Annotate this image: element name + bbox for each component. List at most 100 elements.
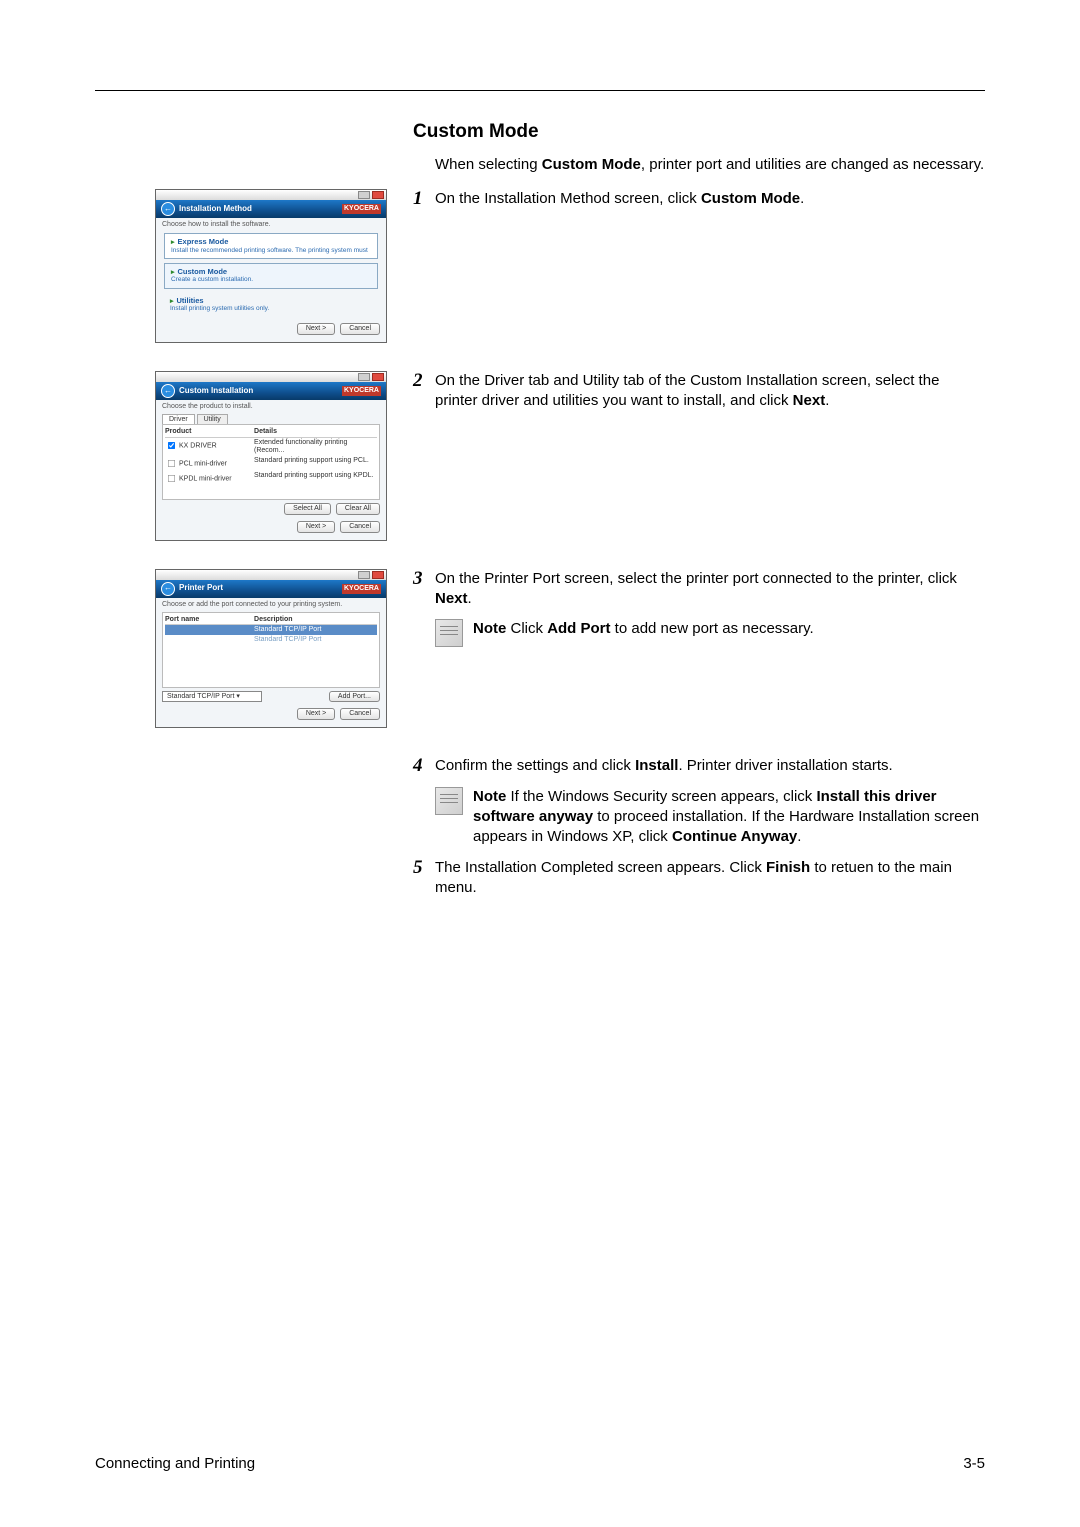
cell: PCL mini-driver bbox=[179, 460, 227, 467]
step-number: 1 bbox=[413, 189, 435, 210]
text: On the Driver tab and Utility tab of the… bbox=[435, 372, 939, 409]
window-titlebar bbox=[156, 372, 386, 382]
option-desc: Install the recommended printing softwar… bbox=[171, 247, 371, 254]
cell: KX DRIVER bbox=[179, 443, 217, 450]
step-text: On the Installation Method screen, click… bbox=[435, 189, 985, 209]
cell: Standard printing support using KPDL. bbox=[254, 472, 377, 485]
step-4: 4 Confirm the settings and click Install… bbox=[413, 756, 985, 777]
step-3: 3 On the Printer Port screen, select the… bbox=[413, 569, 985, 610]
checkbox bbox=[168, 459, 175, 466]
row-step-2: ←Custom Installation KYOCERA Choose the … bbox=[95, 371, 985, 541]
step-number: 3 bbox=[413, 569, 435, 590]
brand-bar: ←Custom Installation KYOCERA bbox=[156, 382, 386, 400]
screenshot-installation-method: ← Installation Method KYOCERA Choose how … bbox=[155, 189, 387, 343]
intro-text: When selecting bbox=[435, 156, 542, 173]
note-label: Note bbox=[473, 620, 506, 637]
step-number: 2 bbox=[413, 371, 435, 392]
kyocera-logo: KYOCERA bbox=[342, 584, 381, 594]
note-label: Note bbox=[473, 788, 506, 805]
minimize-icon bbox=[358, 191, 370, 199]
col-details: Details bbox=[254, 428, 377, 436]
dropdown-value: Standard TCP/IP Port bbox=[167, 693, 234, 700]
note-icon bbox=[435, 619, 463, 647]
bold: Install bbox=[635, 757, 678, 774]
clear-all-button: Clear All bbox=[336, 503, 380, 515]
text: . bbox=[800, 190, 804, 207]
note-text: Note If the Windows Security screen appe… bbox=[473, 787, 985, 848]
step-2: 2 On the Driver tab and Utility tab of t… bbox=[413, 371, 985, 412]
option-utilities: ▸Utilities Install printing system utili… bbox=[164, 293, 378, 317]
top-rule bbox=[95, 90, 985, 91]
row-step-3: ←Printer Port KYOCERA Choose or add the … bbox=[95, 569, 985, 728]
col-product: Product bbox=[165, 428, 254, 436]
dialog-hint: Choose the product to install. bbox=[162, 403, 380, 411]
button-row: Next > Cancel bbox=[156, 705, 386, 723]
driver-table: ProductDetails KX DRIVERExtended functio… bbox=[162, 424, 380, 500]
note-text: Note Click Add Port to add new port as n… bbox=[473, 619, 985, 639]
cell: Standard TCP/IP Port bbox=[254, 636, 377, 644]
arrow-icon: ▸ bbox=[171, 239, 175, 246]
option-desc: Create a custom installation. bbox=[171, 276, 371, 283]
option-title: Express Mode bbox=[178, 237, 229, 246]
section-heading: Custom Mode bbox=[413, 121, 985, 143]
button-row: Next > Cancel bbox=[156, 518, 386, 536]
text: The Installation Completed screen appear… bbox=[435, 859, 766, 876]
bold: Finish bbox=[766, 859, 810, 876]
cancel-button: Cancel bbox=[340, 708, 380, 720]
brand-bar: ←Printer Port KYOCERA bbox=[156, 580, 386, 598]
row-step-4: 4 Confirm the settings and click Install… bbox=[413, 756, 985, 908]
arrow-icon: ▸ bbox=[171, 269, 175, 276]
dialog-title: Custom Installation bbox=[179, 387, 253, 396]
window-titlebar bbox=[156, 570, 386, 580]
text: to add new port as necessary. bbox=[611, 620, 814, 637]
bold: Custom Mode bbox=[701, 190, 800, 207]
close-icon bbox=[372, 571, 384, 579]
row-step-1: ← Installation Method KYOCERA Choose how … bbox=[95, 189, 985, 343]
cell: KPDL mini-driver bbox=[179, 475, 232, 482]
kyocera-logo: KYOCERA bbox=[342, 386, 381, 396]
text: On the Installation Method screen, click bbox=[435, 190, 701, 207]
dialog-hint: Choose or add the port connected to your… bbox=[162, 601, 380, 609]
bold: Next bbox=[435, 590, 468, 607]
option-express-mode: ▸Express Mode Install the recommended pr… bbox=[164, 233, 378, 259]
back-icon: ← bbox=[161, 202, 175, 216]
bold: Add Port bbox=[547, 620, 610, 637]
note-icon bbox=[435, 787, 463, 815]
table-row: KX DRIVERExtended functionality printing… bbox=[165, 438, 377, 455]
step-5: 5 The Installation Completed screen appe… bbox=[413, 858, 985, 899]
port-table: Port nameDescription Standard TCP/IP Por… bbox=[162, 612, 380, 688]
checkbox bbox=[168, 442, 175, 449]
note-block: Note If the Windows Security screen appe… bbox=[435, 787, 985, 848]
cancel-button: Cancel bbox=[340, 323, 380, 335]
arrow-icon: ▸ bbox=[170, 298, 174, 305]
close-icon bbox=[372, 373, 384, 381]
document-page: Custom Mode When selecting Custom Mode , … bbox=[0, 0, 1080, 1527]
intro-text-2: , printer port and utilities are changed… bbox=[641, 156, 984, 173]
select-all-button: Select All bbox=[284, 503, 331, 515]
cell: Standard printing support using PCL. bbox=[254, 457, 377, 470]
button-row: Next > Cancel bbox=[156, 320, 386, 338]
dialog-title: Installation Method bbox=[179, 205, 252, 214]
cancel-button: Cancel bbox=[340, 521, 380, 533]
window-titlebar bbox=[156, 190, 386, 200]
col-desc: Description bbox=[254, 616, 377, 624]
kyocera-logo: KYOCERA bbox=[342, 204, 381, 214]
step-text: On the Driver tab and Utility tab of the… bbox=[435, 371, 985, 412]
text: . bbox=[797, 828, 801, 845]
next-button: Next > bbox=[297, 323, 335, 335]
text: . bbox=[468, 590, 472, 607]
text: . bbox=[825, 392, 829, 409]
table-row: KPDL mini-driver Standard printing suppor… bbox=[165, 471, 377, 486]
checkbox bbox=[168, 474, 175, 481]
button-row: Select All Clear All bbox=[156, 500, 386, 518]
bold: Continue Anyway bbox=[672, 828, 797, 845]
back-icon: ← bbox=[161, 582, 175, 596]
table-row: PCL mini-driver Standard printing support… bbox=[165, 456, 377, 471]
screenshot-custom-installation: ←Custom Installation KYOCERA Choose the … bbox=[155, 371, 387, 541]
footer-left: Connecting and Printing bbox=[95, 1455, 255, 1472]
minimize-icon bbox=[358, 571, 370, 579]
option-title: Utilities bbox=[177, 296, 204, 305]
next-button: Next > bbox=[297, 521, 335, 533]
step-text: On the Printer Port screen, select the p… bbox=[435, 569, 985, 610]
dialog-hint: Choose how to install the software. bbox=[162, 221, 380, 229]
